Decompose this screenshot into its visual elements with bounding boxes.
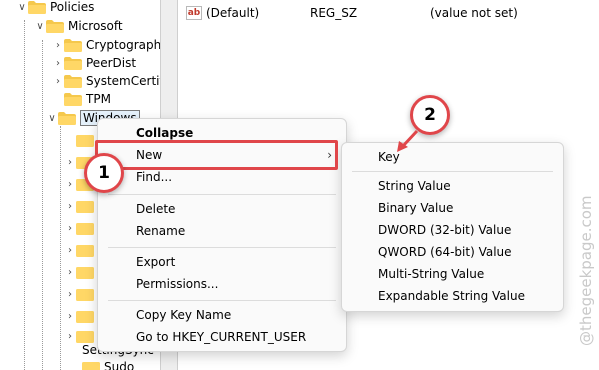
menu-item-label: Rename bbox=[136, 224, 186, 238]
menu-separator bbox=[108, 194, 336, 195]
tree-node-label: Microsoft bbox=[68, 19, 123, 33]
chevron-right-icon[interactable]: › bbox=[52, 76, 64, 87]
tree-child-folder[interactable]: › bbox=[64, 306, 98, 326]
menu-item-label: Permissions... bbox=[136, 277, 219, 291]
folder-icon bbox=[76, 200, 94, 213]
tree-guide-line bbox=[42, 40, 43, 370]
menu-item-label: DWORD (32-bit) Value bbox=[378, 223, 512, 237]
chevron-right-icon[interactable]: › bbox=[64, 201, 76, 212]
tree-child-folder[interactable]: › bbox=[64, 218, 98, 238]
chevron-down-icon[interactable]: ∨ bbox=[34, 21, 46, 32]
tree-guide-line bbox=[60, 126, 61, 370]
tree-node-label: TPM bbox=[86, 92, 111, 106]
tree-child-folder[interactable]: › bbox=[64, 262, 98, 282]
tree-node-sudo[interactable]: Sudo bbox=[82, 357, 134, 370]
menu-item-label: Find... bbox=[136, 170, 173, 184]
tree-node-policies[interactable]: ∨ Policies bbox=[16, 0, 94, 17]
folder-icon bbox=[76, 222, 94, 235]
tree-node-label: Policies bbox=[50, 0, 95, 14]
watermark-text: @thegeekpage.com bbox=[577, 195, 595, 346]
submenu-item-string-value[interactable]: String Value bbox=[342, 175, 563, 197]
folder-icon bbox=[64, 92, 82, 106]
menu-item-delete[interactable]: Delete bbox=[98, 198, 346, 220]
chevron-right-icon[interactable]: › bbox=[64, 331, 76, 342]
submenu-item-binary-value[interactable]: Binary Value bbox=[342, 197, 563, 219]
step-1-label: 1 bbox=[98, 163, 110, 183]
menu-item-label: Binary Value bbox=[378, 201, 454, 215]
step-2-label: 2 bbox=[424, 105, 436, 125]
chevron-right-icon[interactable]: › bbox=[64, 311, 76, 322]
chevron-right-icon[interactable]: › bbox=[64, 267, 76, 278]
menu-item-label: Export bbox=[136, 255, 176, 269]
string-value-icon: ab bbox=[186, 6, 202, 20]
menu-item-label: Go to HKEY_CURRENT_USER bbox=[136, 330, 307, 344]
folder-icon bbox=[64, 74, 82, 88]
tree-node-label: Cryptography bbox=[86, 38, 160, 52]
menu-item-permissions[interactable]: Permissions... bbox=[98, 273, 346, 295]
value-name: (Default) bbox=[206, 6, 260, 20]
menu-item-label: Expandable String Value bbox=[378, 289, 525, 303]
new-submenu: Key String Value Binary Value DWORD (32-… bbox=[341, 142, 564, 312]
menu-separator bbox=[108, 247, 336, 248]
tree-node-cryptography[interactable]: › Cryptography bbox=[52, 35, 160, 55]
menu-item-export[interactable]: Export bbox=[98, 251, 346, 273]
submenu-item-key[interactable]: Key bbox=[342, 146, 563, 168]
value-row[interactable]: ab (Default) REG_SZ (value not set) bbox=[186, 6, 518, 20]
step-1-badge: 1 bbox=[84, 153, 124, 193]
menu-separator bbox=[108, 300, 336, 301]
tree-child-folder[interactable]: › bbox=[64, 240, 98, 260]
step-2-arrow-icon bbox=[397, 129, 419, 152]
menu-item-goto-hkcu[interactable]: Go to HKEY_CURRENT_USER bbox=[98, 326, 346, 348]
tree-child-folder[interactable]: › bbox=[64, 196, 98, 216]
menu-item-label: String Value bbox=[378, 179, 451, 193]
folder-icon bbox=[76, 288, 94, 301]
new-highlight-box bbox=[95, 140, 338, 170]
menu-item-label: Delete bbox=[136, 202, 176, 216]
menu-item-label: Multi-String Value bbox=[378, 267, 485, 281]
menu-item-label: QWORD (64-bit) Value bbox=[378, 245, 512, 259]
tree-node-peerdist[interactable]: › PeerDist bbox=[52, 53, 136, 73]
tree-node-label: Sudo bbox=[104, 360, 135, 370]
folder-icon bbox=[58, 111, 76, 125]
menu-item-label: Copy Key Name bbox=[136, 308, 232, 322]
submenu-item-expandable-string-value[interactable]: Expandable String Value bbox=[342, 285, 563, 307]
folder-icon bbox=[46, 19, 64, 33]
tree-node-systemcertificates[interactable]: › SystemCertific bbox=[52, 71, 160, 91]
folder-icon bbox=[76, 266, 94, 279]
menu-separator bbox=[352, 171, 553, 172]
folder-icon bbox=[28, 0, 46, 14]
menu-item-copy-key-name[interactable]: Copy Key Name bbox=[98, 304, 346, 326]
tree-node-label: PeerDist bbox=[86, 56, 137, 70]
folder-icon bbox=[64, 56, 82, 70]
value-data: (value not set) bbox=[430, 6, 518, 20]
chevron-down-icon[interactable]: ∨ bbox=[46, 113, 58, 124]
chevron-right-icon[interactable]: › bbox=[52, 40, 64, 51]
chevron-right-icon[interactable]: › bbox=[52, 58, 64, 69]
tree-child-folder[interactable]: › bbox=[64, 284, 98, 304]
tree-guide-line bbox=[24, 20, 25, 370]
folder-icon bbox=[82, 361, 100, 370]
tree-node-microsoft[interactable]: ∨ Microsoft bbox=[34, 16, 123, 36]
submenu-item-multi-string-value[interactable]: Multi-String Value bbox=[342, 263, 563, 285]
chevron-right-icon[interactable]: › bbox=[64, 179, 76, 190]
chevron-right-icon[interactable]: › bbox=[64, 223, 76, 234]
watermark-logo: @thegeekpage.com bbox=[577, 195, 595, 346]
folder-icon bbox=[64, 38, 82, 52]
folder-icon bbox=[76, 310, 94, 323]
tree-node-tpm[interactable]: TPM bbox=[52, 89, 111, 109]
menu-item-label: Collapse bbox=[136, 126, 194, 140]
chevron-right-icon[interactable]: › bbox=[64, 245, 76, 256]
folder-icon bbox=[76, 244, 94, 257]
submenu-item-dword-value[interactable]: DWORD (32-bit) Value bbox=[342, 219, 563, 241]
menu-item-rename[interactable]: Rename bbox=[98, 220, 346, 242]
chevron-right-icon[interactable]: › bbox=[64, 157, 76, 168]
chevron-down-icon[interactable]: ∨ bbox=[16, 2, 28, 13]
submenu-item-qword-value[interactable]: QWORD (64-bit) Value bbox=[342, 241, 563, 263]
folder-icon bbox=[76, 134, 94, 147]
value-type: REG_SZ bbox=[310, 6, 358, 20]
chevron-right-icon[interactable]: › bbox=[64, 289, 76, 300]
tree-node-label: SystemCertific bbox=[86, 74, 160, 88]
tree-child-folder[interactable] bbox=[64, 130, 98, 150]
